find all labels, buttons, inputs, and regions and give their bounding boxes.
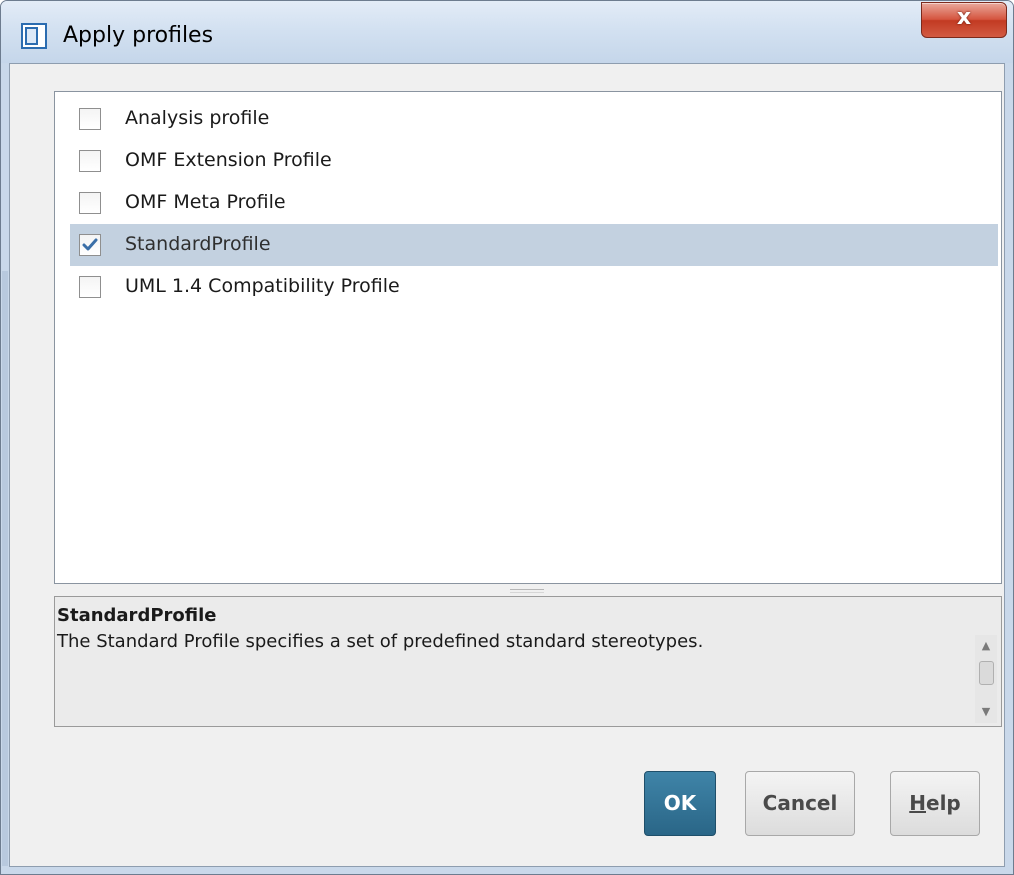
description-text: The Standard Profile specifies a set of … (57, 631, 704, 652)
scroll-thumb[interactable] (979, 661, 994, 685)
checkbox-standard-profile[interactable] (79, 234, 101, 256)
help-label-rest: elp (926, 791, 961, 815)
window-title: Apply profiles (63, 23, 214, 48)
list-item-uml-compatibility-profile[interactable]: UML 1.4 Compatibility Profile (70, 266, 998, 308)
list-item-standard-profile[interactable]: StandardProfile (70, 224, 998, 266)
checkbox-omf-meta-profile[interactable] (79, 192, 101, 214)
list-item-label: StandardProfile (125, 233, 271, 255)
list-item-analysis-profile[interactable]: Analysis profile (70, 98, 998, 140)
list-item-label: UML 1.4 Compatibility Profile (125, 275, 400, 297)
checkbox-omf-extension-profile[interactable] (79, 150, 101, 172)
list-item-label: OMF Extension Profile (125, 149, 332, 171)
title-bar[interactable]: Apply profiles x (1, 1, 1013, 63)
description-scrollbar[interactable]: ▲ ▼ (975, 635, 997, 723)
ok-button[interactable]: OK (644, 771, 716, 836)
description-panel: StandardProfile The Standard Profile spe… (54, 596, 1002, 727)
window-frame-accent (2, 271, 8, 866)
list-item-omf-meta-profile[interactable]: OMF Meta Profile (70, 182, 998, 224)
scroll-down-arrow-icon[interactable]: ▼ (975, 701, 997, 723)
description-title: StandardProfile (57, 605, 217, 626)
close-button[interactable]: x (921, 2, 1007, 38)
list-item-label: Analysis profile (125, 107, 270, 129)
dialog-body: Analysis profile OMF Extension Profile O… (9, 63, 1005, 867)
checkbox-uml-compatibility-profile[interactable] (79, 276, 101, 298)
help-mnemonic: H (909, 791, 926, 815)
help-button[interactable]: Help (890, 771, 980, 836)
profile-list[interactable]: Analysis profile OMF Extension Profile O… (54, 91, 1002, 584)
list-item-label: OMF Meta Profile (125, 191, 286, 213)
cancel-button[interactable]: Cancel (745, 771, 855, 836)
apply-profiles-dialog: Apply profiles x Analysis profile OMF Ex… (0, 0, 1014, 875)
splitter-handle[interactable] (510, 589, 544, 593)
scroll-up-arrow-icon[interactable]: ▲ (975, 635, 997, 657)
checkbox-analysis-profile[interactable] (79, 108, 101, 130)
close-icon: x (956, 5, 972, 30)
list-item-omf-extension-profile[interactable]: OMF Extension Profile (70, 140, 998, 182)
checkmark-icon (82, 238, 98, 251)
profile-window-icon (21, 23, 47, 49)
